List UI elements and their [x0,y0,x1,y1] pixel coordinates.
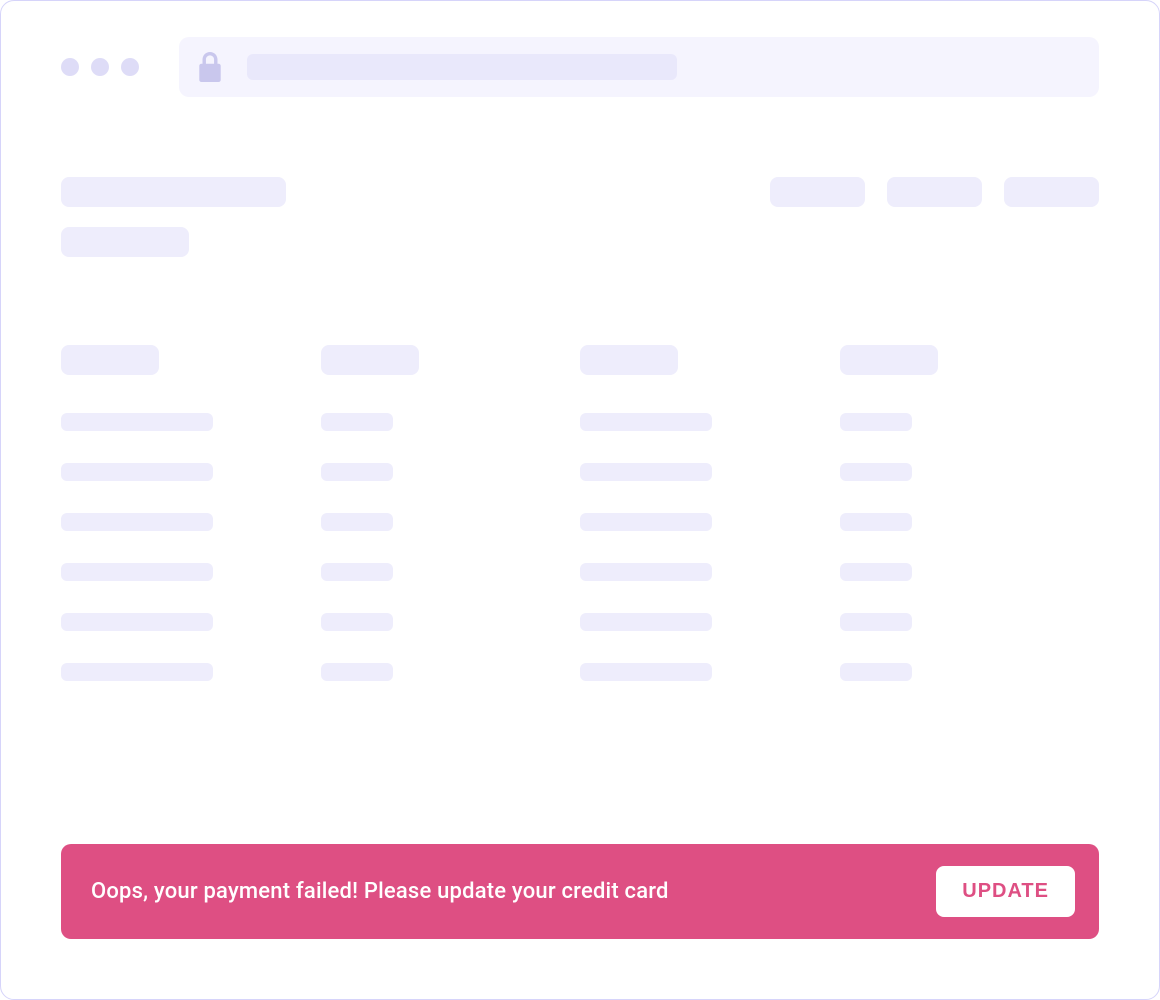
content-row-placeholder [580,613,712,631]
title-block [61,177,286,257]
content-row-placeholder [840,463,912,481]
content-row-placeholder [321,513,393,531]
content-row-placeholder [580,663,712,681]
content-row-placeholder [840,663,912,681]
content-row-placeholder [61,463,213,481]
content-row-placeholder [61,663,213,681]
url-input-placeholder[interactable] [247,54,677,80]
content-row-placeholder [321,663,393,681]
window-control-dot[interactable] [121,58,139,76]
column-heading-placeholder [580,345,678,375]
column-heading-placeholder [61,345,159,375]
nav-item-placeholder[interactable] [887,177,982,207]
content-row-placeholder [840,613,912,631]
column-heading-placeholder [840,345,938,375]
content-row-placeholder [580,513,712,531]
update-button[interactable]: UPDATE [936,866,1075,917]
snackbar-message: Oops, your payment failed! Please update… [91,879,669,904]
content-row-placeholder [61,413,213,431]
content-row-placeholder [580,563,712,581]
window-controls [61,58,139,76]
nav-item-placeholder[interactable] [1004,177,1099,207]
content-row-placeholder [61,563,213,581]
content-column [840,345,1100,681]
browser-chrome [61,37,1099,97]
content-row-placeholder [321,563,393,581]
content-row-placeholder [321,463,393,481]
content-row-placeholder [580,413,712,431]
content-row-placeholder [840,413,912,431]
content-column [61,345,321,681]
window-control-dot[interactable] [61,58,79,76]
content-row-placeholder [840,563,912,581]
page-title-placeholder [61,177,286,207]
snackbar-error: Oops, your payment failed! Please update… [61,844,1099,939]
content-row-placeholder [580,463,712,481]
address-bar[interactable] [179,37,1099,97]
content-row-placeholder [61,513,213,531]
lock-icon [197,52,223,82]
nav-links [770,177,1099,207]
page-subtitle-placeholder [61,227,189,257]
content-row-placeholder [321,413,393,431]
page-header [61,177,1099,257]
nav-item-placeholder[interactable] [770,177,865,207]
column-heading-placeholder [321,345,419,375]
content-grid [61,345,1099,681]
window-control-dot[interactable] [91,58,109,76]
browser-window: Oops, your payment failed! Please update… [0,0,1160,1000]
content-column [580,345,840,681]
content-row-placeholder [840,513,912,531]
content-row-placeholder [321,613,393,631]
content-row-placeholder [61,613,213,631]
content-column [321,345,581,681]
